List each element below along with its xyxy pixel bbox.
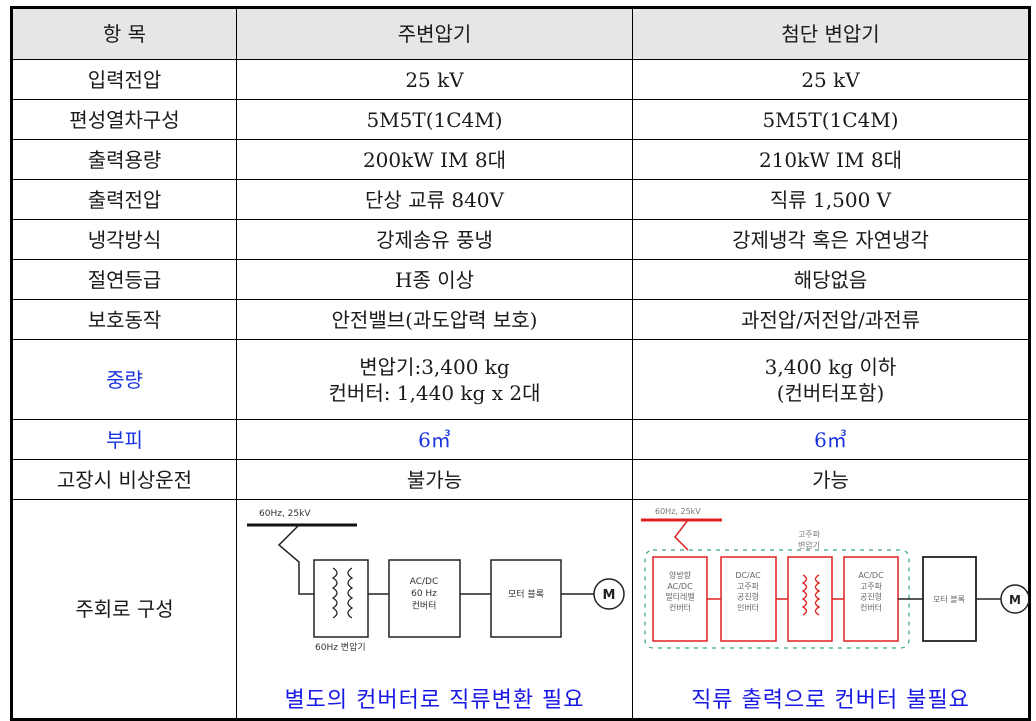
table-row: 출력전압 단상 교류 840V 직류 1,500 V [11, 179, 1030, 220]
table-row: 절연등급 H종 이상 해당없음 [11, 259, 1030, 300]
row-label: 입력전압 [11, 59, 237, 100]
row-label: 고장시 비상운전 [11, 459, 237, 500]
transformer-coil-icon [814, 574, 821, 616]
row-label: 절연등급 [11, 259, 237, 300]
advanced-weight-line: (컨버터포함) [776, 380, 885, 405]
diagram-row: 주회로 구성 60Hz, 25kV 60Hz 변압기 AC/DC 60 Hz 컨버터 [11, 499, 1030, 720]
feed-line [277, 524, 314, 595]
conventional-value: 200kW IM 8대 [236, 139, 633, 180]
row-label: 출력전압 [11, 179, 237, 220]
transformer-coil-icon [331, 567, 338, 619]
row-label: 주회로 구성 [11, 499, 237, 720]
advanced-value: 210kW IM 8대 [632, 139, 1030, 180]
transformer-label: 60Hz 변압기 [315, 641, 366, 653]
row-label: 중량 [11, 339, 237, 420]
row-label: 출력용량 [11, 139, 237, 180]
conventional-value: H종 이상 [236, 259, 633, 300]
conventional-circuit-diagram: 60Hz, 25kV 60Hz 변압기 AC/DC 60 Hz 컨버터 모터 블록 [247, 509, 625, 653]
table-row: 입력전압 25 kV 25 kV [11, 59, 1030, 100]
advanced-value: 해당없음 [632, 259, 1030, 300]
header-advanced: 첨단 변압기 [632, 7, 1030, 60]
table-row: 중량 변압기:3,400 kg 컨버터: 1,440 kg x 2대 3,400… [11, 339, 1030, 420]
advanced-value: 25 kV [632, 59, 1030, 100]
transformer-coil-icon [347, 567, 354, 619]
conventional-value: 6㎥ [236, 419, 633, 460]
conventional-value: 5M5T(1C4M) [236, 99, 633, 140]
row-label: 부피 [11, 419, 237, 460]
transformer-coil-icon [801, 574, 808, 616]
conventional-value: 변압기:3,400 kg 컨버터: 1,440 kg x 2대 [236, 339, 633, 420]
row-label: 편성열차구성 [11, 99, 237, 140]
conventional-value: 단상 교류 840V [236, 179, 633, 220]
acdc-resonant-converter-label: AC/DC 고주파 공진형 컨버터 [858, 571, 884, 612]
feed-line [674, 519, 689, 551]
advanced-circuit-diagram: 60Hz, 25kV 고주파 변압기 양방향 AC/DC 멀티레벨 컨버터 DC/AC 고… [641, 507, 1029, 649]
acdc-converter-label: AC/DC 60 Hz 컨버터 [410, 577, 439, 611]
advanced-value: 3,400 kg 이하 (컨버터포함) [632, 339, 1030, 420]
motor-block-label: 모터 블록 [933, 594, 965, 604]
advanced-diagram-cell: 60Hz, 25kV 고주파 변압기 양방향 AC/DC 멀티레벨 컨버터 DC/AC 고… [632, 499, 1030, 720]
conventional-diagram-cell: 60Hz, 25kV 60Hz 변압기 AC/DC 60 Hz 컨버터 모터 블록 [236, 499, 633, 720]
conventional-value: 강제송유 풍냉 [236, 219, 633, 260]
bidirectional-acdc-converter-label: 양방향 AC/DC 멀티레벨 컨버터 [665, 570, 694, 612]
header-conventional: 주변압기 [236, 7, 633, 60]
advanced-value: 과전압/저전압/과전류 [632, 299, 1030, 340]
header-item: 항 목 [11, 7, 237, 60]
header-row: 항 목 주변압기 첨단 변압기 [11, 7, 1030, 60]
row-label: 보호동작 [11, 299, 237, 340]
conventional-value: 25 kV [236, 59, 633, 100]
conventional-value: 안전밸브(과도압력 보호) [236, 299, 633, 340]
dcac-inverter-label: DC/AC 고주파 공진형 인버터 [735, 571, 761, 612]
conventional-weight-line: 컨버터: 1,440 kg x 2대 [328, 380, 541, 405]
hf-transformer-label: 고주파 변압기 [798, 530, 821, 550]
table-row: 보호동작 안전밸브(과도압력 보호) 과전압/저전압/과전류 [11, 299, 1030, 340]
advanced-value: 강제냉각 혹은 자연냉각 [632, 219, 1030, 260]
advanced-weight-line: 3,400 kg 이하 [764, 354, 897, 379]
row-label: 냉각방식 [11, 219, 237, 260]
conventional-note: 별도의 컨버터로 직류변환 필요 [284, 688, 585, 714]
advanced-value: 6㎥ [632, 419, 1030, 460]
motor-label: M [1009, 593, 1021, 607]
advanced-value: 직류 1,500 V [632, 179, 1030, 220]
conventional-value: 불가능 [236, 459, 633, 500]
table-row: 출력용량 200kW IM 8대 210kW IM 8대 [11, 139, 1030, 180]
supply-label: 60Hz, 25kV [259, 509, 311, 519]
advanced-value: 가능 [632, 459, 1030, 500]
supply-label: 60Hz, 25kV [655, 507, 701, 516]
table-row: 냉각방식 강제송유 풍냉 강제냉각 혹은 자연냉각 [11, 219, 1030, 260]
comparison-table: 항 목 주변압기 첨단 변압기 입력전압 25 kV 25 kV 편성열차구성 … [10, 6, 1031, 721]
motor-label: M [603, 588, 616, 603]
hf-transformer-block [787, 556, 833, 642]
table-row: 고장시 비상운전 불가능 가능 [11, 459, 1030, 500]
transformer-block [313, 559, 369, 638]
advanced-value: 5M5T(1C4M) [632, 99, 1030, 140]
conventional-weight-line: 변압기:3,400 kg [359, 354, 510, 379]
motor-block-label: 모터 블록 [508, 589, 544, 600]
table-row: 부피 6㎥ 6㎥ [11, 419, 1030, 460]
table-row: 편성열차구성 5M5T(1C4M) 5M5T(1C4M) [11, 99, 1030, 140]
advanced-note: 직류 출력으로 컨버터 불필요 [691, 688, 970, 714]
